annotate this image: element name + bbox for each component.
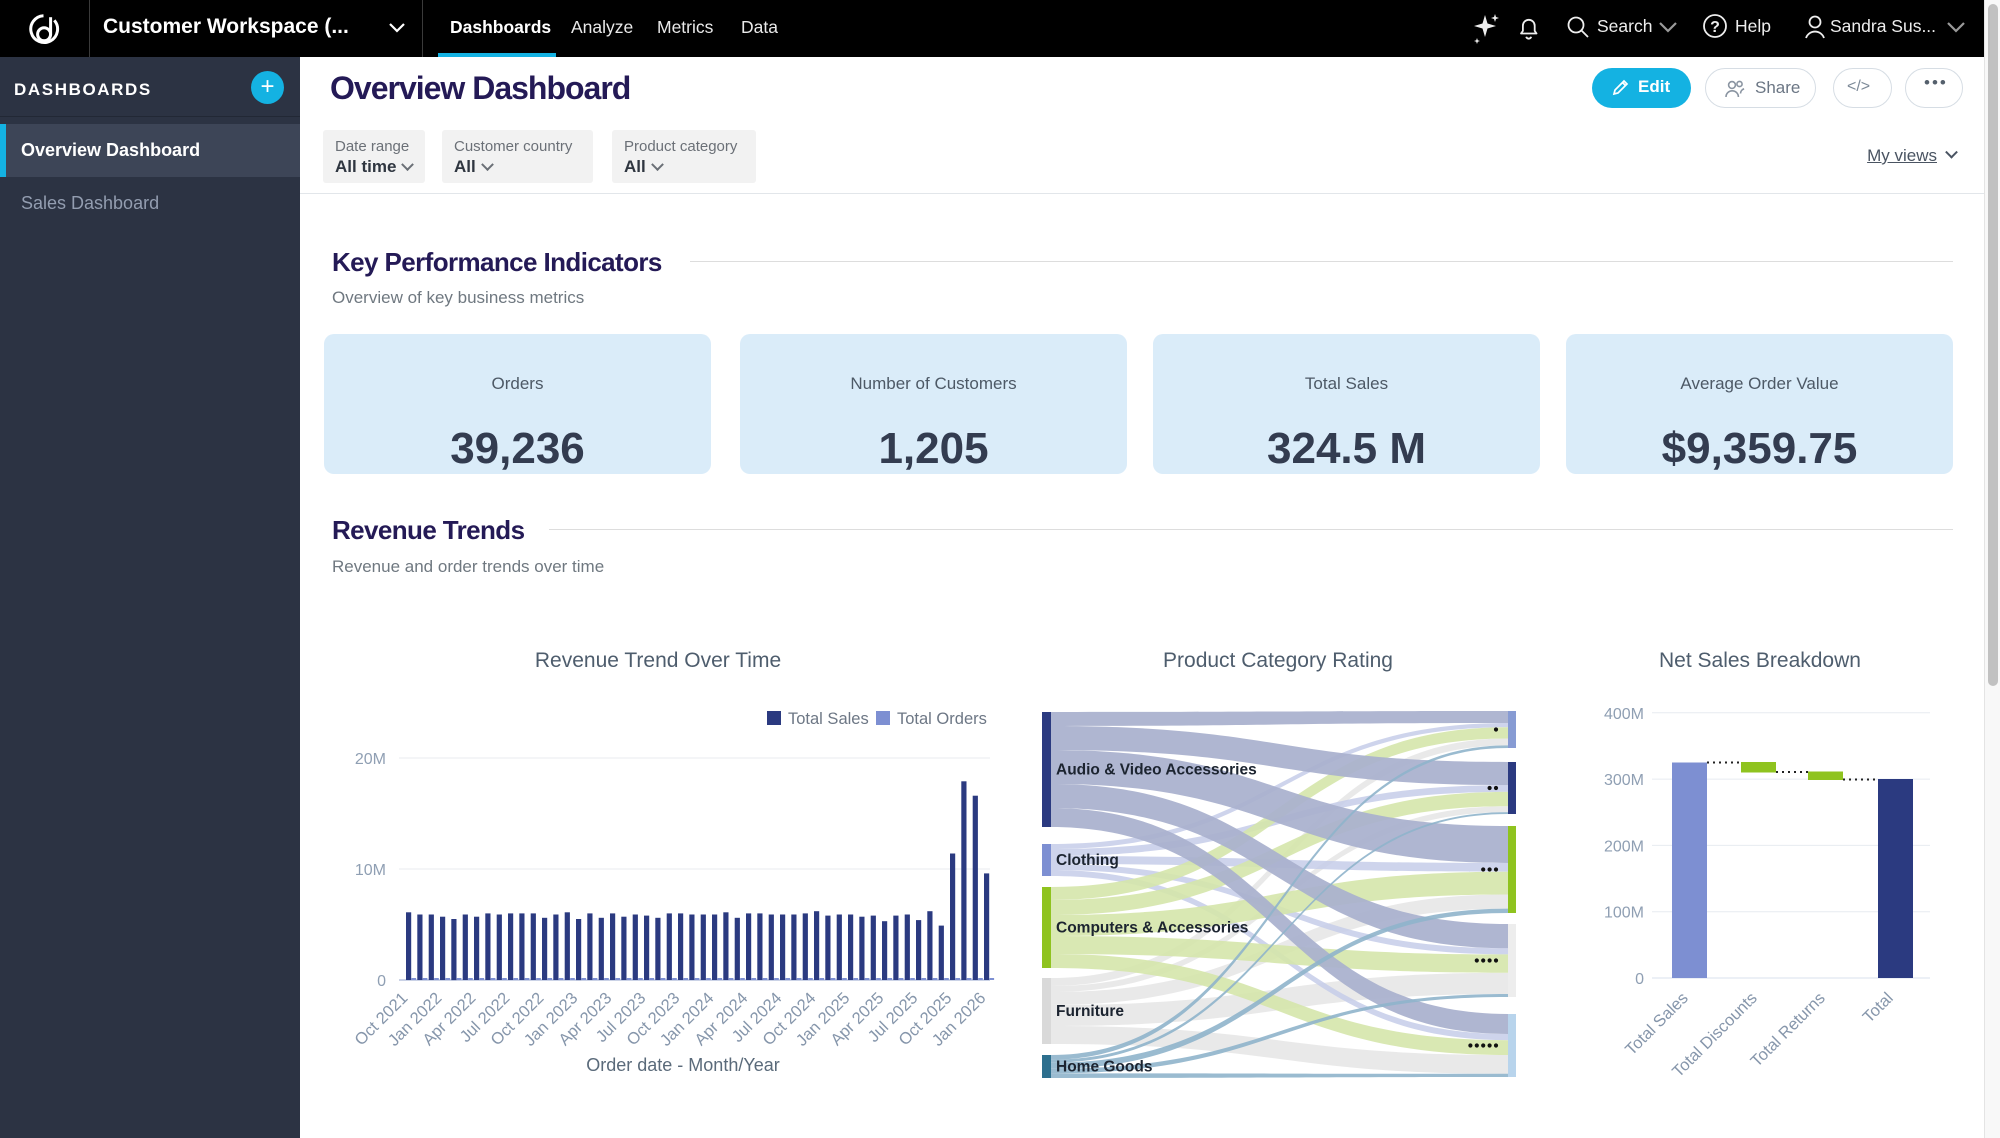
svg-text:Home Goods: Home Goods	[1056, 1059, 1152, 1076]
svg-text:0: 0	[377, 973, 386, 990]
svg-text:Audio & Video Accessories: Audio & Video Accessories	[1056, 762, 1257, 779]
svg-text:Computers & Accessories: Computers & Accessories	[1056, 920, 1248, 937]
svg-text:Product Category Rating: Product Category Rating	[1163, 649, 1393, 672]
svg-text:0: 0	[1635, 971, 1644, 988]
svg-text:20M: 20M	[355, 751, 386, 768]
svg-text:?: ?	[1710, 19, 1720, 36]
svg-text:Total Sales: Total Sales	[1622, 989, 1692, 1059]
svg-text:Total: Total	[1859, 989, 1896, 1026]
svg-text:10M: 10M	[355, 862, 386, 879]
svg-text:Order date - Month/Year: Order date - Month/Year	[586, 1055, 779, 1075]
svg-text:400M: 400M	[1604, 706, 1644, 723]
svg-text:Furniture: Furniture	[1056, 1003, 1124, 1020]
svg-text:Net Sales Breakdown: Net Sales Breakdown	[1659, 649, 1861, 672]
svg-text:200M: 200M	[1604, 838, 1644, 855]
svg-text:Clothing: Clothing	[1056, 852, 1119, 869]
svg-text:100M: 100M	[1604, 905, 1644, 922]
svg-text:Search: Search	[1597, 16, 1652, 36]
svg-text:Total Orders: Total Orders	[897, 710, 987, 728]
svg-text:Sandra Sus...: Sandra Sus...	[1830, 16, 1936, 36]
svg-text:Revenue Trend Over Time: Revenue Trend Over Time	[535, 649, 781, 672]
svg-text:Help: Help	[1735, 16, 1771, 36]
svg-text:Total Sales: Total Sales	[788, 710, 869, 728]
svg-text:300M: 300M	[1604, 772, 1644, 789]
